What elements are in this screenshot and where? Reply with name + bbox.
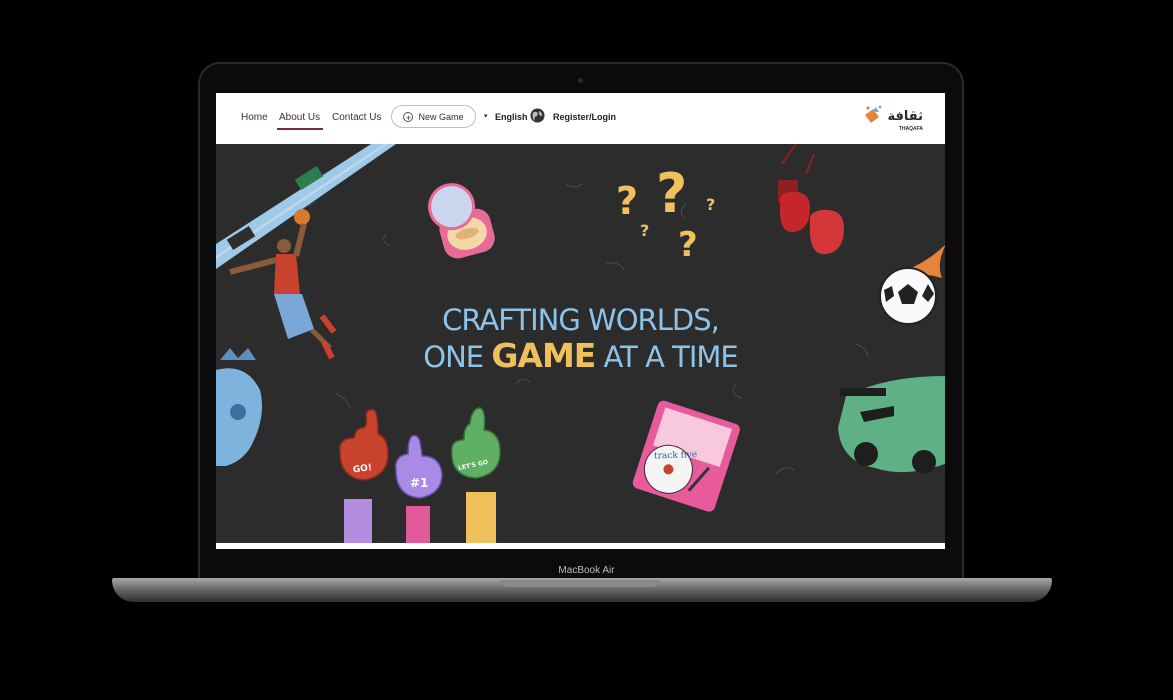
logo-arabic-text: ثقافة <box>887 109 923 124</box>
headline-highlight-game: GAME <box>491 336 596 375</box>
headline-line-2: ONE GAME AT A TIME <box>216 338 945 375</box>
question-marks-sticker: ? ? ? ? ? <box>616 162 715 265</box>
race-track-sticker <box>216 144 396 269</box>
device-brand-label: MacBook Air <box>558 565 615 576</box>
logo-latin-text: THAQAFA <box>899 126 924 132</box>
svg-text:?: ? <box>656 162 687 225</box>
hero-banner: ? ? ? ? ? GO! #1 LET'S GO track five CRA… <box>216 144 945 543</box>
svg-text:?: ? <box>706 195 715 214</box>
green-sports-car-sticker <box>838 376 945 474</box>
active-tab-indicator <box>277 128 323 130</box>
headline-line-1: CRAFTING WORLDS, <box>442 303 720 337</box>
foam-finger-green-sticker: LET'S GO <box>451 407 501 543</box>
page-below-hero <box>216 543 945 549</box>
register-login-link[interactable]: Register/Login <box>553 112 616 122</box>
webcam <box>578 78 583 83</box>
new-game-label: New Game <box>418 111 464 122</box>
globe-icon[interactable] <box>530 108 545 123</box>
compact-mirror-sticker <box>428 183 495 259</box>
record-label-text: track five <box>654 450 697 461</box>
nav-home-link[interactable]: Home <box>241 112 268 123</box>
headline-post-text: AT A TIME <box>595 340 739 374</box>
svg-text:?: ? <box>616 179 638 223</box>
new-game-button[interactable]: + New Game <box>391 105 476 128</box>
chevron-down-icon[interactable]: ▾ <box>484 112 488 120</box>
laptop-hinge-notch <box>500 580 660 587</box>
nav-about-link[interactable]: About Us <box>279 112 320 123</box>
headline-pre-text: ONE <box>423 340 492 374</box>
svg-text:?: ? <box>640 221 649 240</box>
nav-contact-link[interactable]: Contact Us <box>332 112 381 123</box>
record-player-sticker: track five <box>632 400 740 512</box>
foam-finger-red-sticker: GO! <box>339 408 389 543</box>
browser-screen: Home About Us Contact Us + New Game ▾ En… <box>216 93 945 549</box>
thaqafa-logo[interactable]: ثقافة THAQAFA <box>863 103 925 133</box>
plus-circle-icon: + <box>403 111 414 123</box>
top-navbar: Home About Us Contact Us + New Game ▾ En… <box>216 93 945 144</box>
language-selector[interactable]: English <box>495 112 528 122</box>
boxing-gloves-sticker <box>778 144 844 255</box>
svg-text:?: ? <box>678 225 698 265</box>
foam-finger-purple-sticker: #1 <box>395 434 443 543</box>
hero-headline: CRAFTING WORLDS, ONE GAME AT A TIME <box>216 302 945 375</box>
foam-finger-number-label: #1 <box>410 476 428 490</box>
